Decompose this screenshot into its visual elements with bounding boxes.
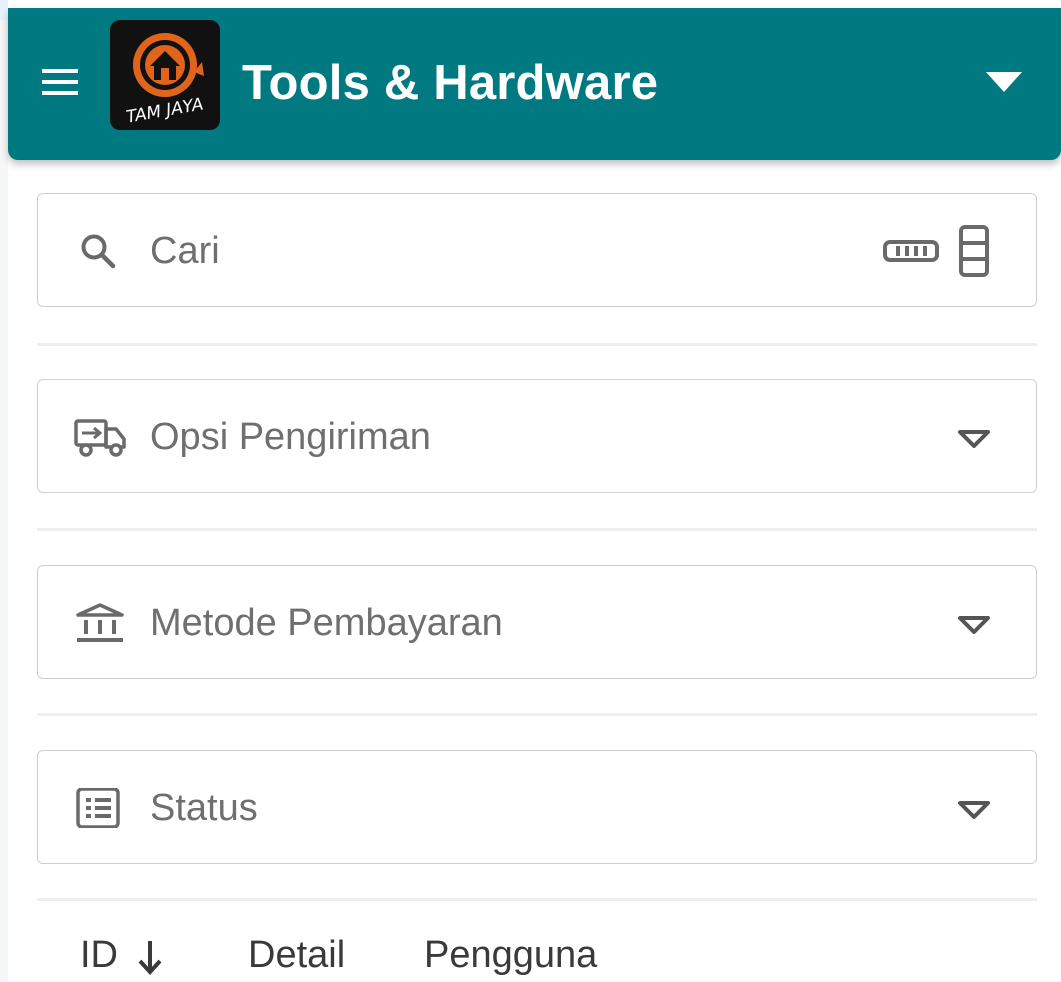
divider [37,343,1037,346]
shipping-truck-icon [74,419,126,457]
logo-text: TAM JAYA [125,94,205,127]
arrow-down-icon [138,940,162,975]
status-label: Status [150,787,258,829]
bank-icon [76,603,124,642]
column-header-user[interactable]: Pengguna [424,928,597,982]
shipping-option-dropdown[interactable]: Opsi Pengiriman [37,379,1037,493]
payment-method-label: Metode Pembayaran [150,602,503,644]
column-header-detail[interactable]: Detail [248,928,345,982]
barcode-icon[interactable] [882,238,940,264]
triangle-down-icon [958,430,990,448]
column-header-label: ID [80,934,118,976]
hamburger-menu-icon[interactable] [36,62,84,102]
status-dropdown[interactable]: Status [37,750,1037,864]
triangle-down-icon [958,616,990,634]
shipping-option-label: Opsi Pengiriman [150,416,431,458]
divider [37,713,1037,716]
payment-method-dropdown[interactable]: Metode Pembayaran [37,565,1037,679]
triangle-down-icon [958,801,990,819]
column-header-id[interactable]: ID [80,928,165,982]
app-title: Tools & Hardware [242,56,659,110]
triangle-down-icon[interactable] [978,64,1030,100]
search-input[interactable] [150,214,850,288]
divider [37,528,1037,531]
search-icon [81,234,116,269]
tam-jaya-logo: TAM JAYA [110,20,220,130]
search-field[interactable] [37,193,1037,307]
list-icon [76,788,120,828]
divider [37,898,1037,901]
qr-scan-icon[interactable] [956,224,992,278]
